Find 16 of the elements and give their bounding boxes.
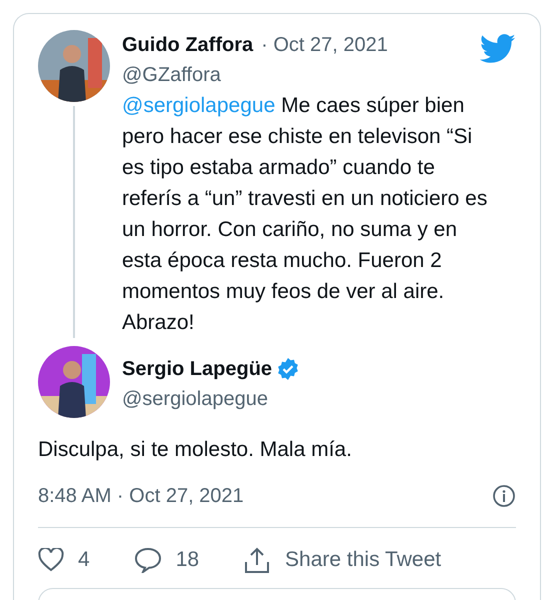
author-handle[interactable]: @GZaffora [122, 60, 480, 90]
reply-text: Disculpa, si te molesto. Mala mía. [38, 437, 353, 463]
info-icon[interactable] [492, 484, 516, 508]
heart-icon [38, 548, 64, 572]
like-button[interactable]: 4 [38, 544, 90, 576]
author-name[interactable]: Guido Zaffora [122, 34, 254, 56]
share-icon [243, 546, 272, 574]
tweet-date[interactable]: · Oct 27, 2021 [261, 34, 388, 56]
bird-logo-icon[interactable] [480, 34, 516, 64]
author-name[interactable]: Sergio Lapegüe [122, 354, 272, 384]
tweet-text: @sergiolapegue Me caes súper bien pero hacer ese chiste en televison “Si es tipo estaba armado” cuando te referís a “un” travesti en un noticiero es un horror. Con cariño, no suma y en esta época resta mucho. Fueron 2 momentos muy feos de ver al aire. Abrazo! [122, 93, 488, 336]
speech-bubble-icon [134, 546, 162, 573]
timestamp-link[interactable]: 8:48 AM · Oct 27, 2021 [38, 481, 244, 511]
share-button[interactable]: Share this Tweet [243, 544, 442, 576]
reply-button[interactable]: 18 [134, 544, 200, 576]
author-handle[interactable]: @sergiolapegue [122, 384, 300, 414]
